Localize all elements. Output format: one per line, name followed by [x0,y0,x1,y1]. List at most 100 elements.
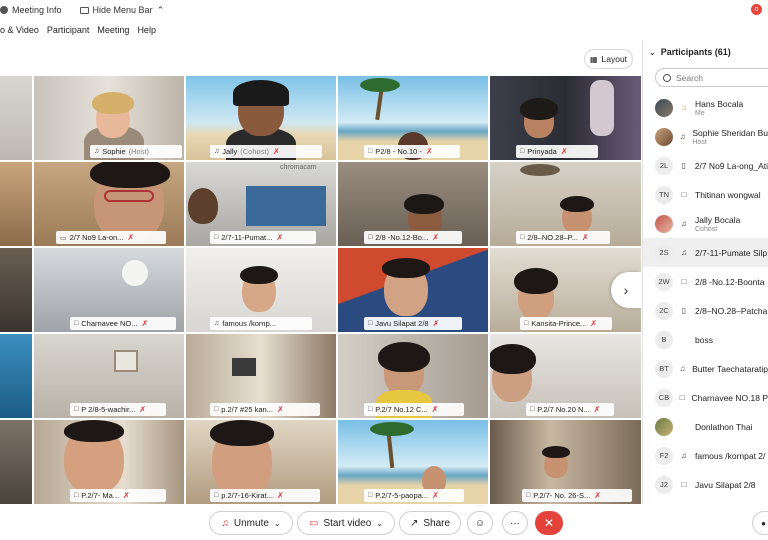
window-close-button[interactable]: o [751,4,762,15]
tile-name-label: ♫ Sophie (Host) [90,145,182,158]
mic-icon: ♫ [94,148,100,155]
video-tile-2-8-no12[interactable]: □ 2/8 -No.12-Bo... ✗ [338,162,488,246]
participant-row[interactable]: ♫ Jally Bocala Cohost [643,209,768,238]
participant-row[interactable]: 2L ▯ 2/7 No9 La-ong_Ati [643,151,768,180]
avatar: 2C [655,301,673,320]
muted-icon: ✗ [276,405,284,414]
participant-row[interactable]: TN □ Thitinan wongwal [643,180,768,209]
reactions-button[interactable]: ☺ [467,511,493,535]
monitor-icon [79,6,89,14]
video-tile-p2-7-no26[interactable]: □ P.2/7- No. 26-S... ✗ [490,420,641,504]
participant-list: ♫ Hans Bocala Me ♫ Sophie Sheridan Bu Host… [643,93,768,499]
tile-name-label: □ P.2/7- Ma... ✗ [70,489,166,502]
camera-off-icon: □ [681,190,687,199]
chevron-down-icon: ⌄ [273,518,281,528]
layout-button[interactable]: ▦ Layout [584,49,633,69]
video-tile-p2-7-5[interactable]: □ P.2/7-5-paopa... ✗ [338,420,488,504]
side-panel-button[interactable]: ● [752,511,768,535]
info-icon [0,6,8,14]
meeting-info-button[interactable]: Meeting Info [0,5,62,15]
menu-meeting[interactable]: Meeting [97,25,129,35]
participant-row[interactable]: F2 ♫ famous /kornpat 2/ [643,441,768,470]
muted-icon: ✗ [425,147,433,156]
title-bar: Meeting Info Hide Menu Bar ⌃ o [0,0,768,20]
video-tile-jally[interactable]: ♫ Jally (Cohost) ✗ [186,76,336,160]
camera-off-icon: □ [74,320,79,327]
chevron-down-icon: ⌄ [376,518,383,528]
mic-icon: ♫ [681,103,687,112]
video-tile-p2-8-no10[interactable]: □ P2/8 - No.10 - ✗ [338,76,488,160]
tile-name-label: □ P.2/7 No.12 C... ✗ [364,403,464,416]
avatar: 2S [655,243,673,262]
participants-panel: ⌄ Participants (61) Search ♫ Hans Bocala… [642,40,768,504]
tile-name-label: □ 2/8 -No.12-Bo... ✗ [364,231,462,244]
participant-row[interactable]: 2W □ 2/8 -No.12-Boonta [643,267,768,296]
participant-row[interactable]: ♫ Sophie Sheridan Bu Host [643,122,768,151]
hide-menu-bar-button[interactable]: Hide Menu Bar ⌃ [79,5,164,16]
video-tile-p2-7-16[interactable]: □ p.2/7-16-Kirat... ✗ [186,420,336,504]
muted-icon: ✗ [127,233,135,242]
video-tile-2-7-11-pumat[interactable]: chromacam □ 2/7-11-Pumat... ✗ [186,162,336,246]
video-tile-p2-8-5[interactable]: □ P 2/8-5-wachir... ✗ [34,334,184,418]
video-tile-2-7-no9[interactable]: ▭ 2/7 No9 La-on... ✗ [34,162,184,246]
tile-name-label: □ P.2/7- No. 26-S... ✗ [522,489,632,502]
unmute-button[interactable]: ♫ Unmute ⌄ [209,511,293,535]
video-tile-p2-7-no20[interactable]: □ P.2/7 No.20 N... ✗ [490,334,641,418]
participant-row[interactable]: BT ♫ Butter Taechataratip [643,354,768,383]
tile-name-label: □ P.2/7-5-paopa... ✗ [364,489,464,502]
meeting-toolbar: ♫ Unmute ⌄ ▭ Start video ⌄ ↗ Share ☺ ···… [0,504,768,540]
tile-name-label: □ p.2/7 #25 kan... ✗ [210,403,320,416]
participants-header[interactable]: ⌄ Participants (61) [643,40,768,64]
mic-icon: ♫ [681,248,687,257]
avatar: CB [655,388,673,407]
video-tile-famous[interactable]: ♫ famous /kornp... [186,248,336,332]
menu-audio-video[interactable]: o & Video [0,25,39,35]
tile-name-label: ♫ famous /kornp... [210,317,312,330]
video-tile-2-8-no28[interactable]: □ 2/8–NO.28–P... ✗ [490,162,641,246]
avatar: BT [655,359,673,378]
tile-name-label: □ Javu Silapat 2/8 ✗ [364,317,462,330]
muted-icon: ✗ [273,147,280,156]
next-page-button[interactable]: › [611,272,641,308]
participant-row[interactable]: CB □ Charnavee NO.18 P [643,383,768,412]
camera-off-icon: □ [520,234,525,241]
start-video-button[interactable]: ▭ Start video ⌄ [297,511,395,535]
camera-off-icon: □ [526,492,531,499]
video-tile-p2-7-25[interactable]: □ p.2/7 #25 kan... ✗ [186,334,336,418]
video-tile-javu[interactable]: □ Javu Silapat 2/8 ✗ [338,248,488,332]
participant-row[interactable]: ♫ Hans Bocala Me [643,93,768,122]
muted-icon: ✗ [594,491,601,500]
more-options-button[interactable]: ··· [502,511,528,535]
end-meeting-button[interactable]: ✕ [535,511,563,535]
video-tile-p2-7-no12[interactable]: □ P.2/7 No.12 C... ✗ [338,334,488,418]
participant-row[interactable]: 2S ♫ 2/7-11-Pumate Silp [643,238,768,267]
muted-icon: ✗ [431,405,439,414]
muted-icon: ✗ [123,491,130,500]
smiley-icon: ☺ [474,517,486,529]
participant-search-input[interactable]: Search [655,68,768,87]
camera-off-icon: □ [679,393,685,402]
video-tile-p2-7-ma[interactable]: □ P.2/7- Ma... ✗ [34,420,184,504]
participant-row[interactable]: J2 □ Javu Silapat 2/8 [643,470,768,499]
participant-row[interactable]: B boss [643,325,768,354]
video-tile-sophie[interactable]: ♫ Sophie (Host) [34,76,184,160]
tile-name-label: □ Charnavee NO... ✗ [70,317,176,330]
menu-help[interactable]: Help [137,25,156,35]
camera-off-icon: □ [368,148,373,155]
camera-off-icon: □ [524,320,529,327]
tile-name-label: □ P.2/7 No.20 N... ✗ [526,403,614,416]
share-button[interactable]: ↗ Share [399,511,461,535]
avatar: 2L [655,156,673,175]
tile-name-label: □ Kansita-Prince... ✗ [520,317,612,330]
menu-participant[interactable]: Participant [47,25,90,35]
participant-row[interactable]: 2C ▯ 2/8–NO.28–Patcha [643,296,768,325]
muted-icon: ✗ [139,405,146,414]
video-tile-charnavee[interactable]: □ Charnavee NO... ✗ [34,248,184,332]
person-icon: ● [761,518,766,528]
video-tile-prinyada[interactable]: □ Prinyada ✗ [490,76,641,160]
tile-name-label: □ 2/7-11-Pumat... ✗ [210,231,316,244]
tile-name-label: □ P 2/8-5-wachir... ✗ [70,403,166,416]
participant-row[interactable]: Donlathon Thai [643,412,768,441]
camera-off-icon: □ [368,320,373,327]
mic-muted-icon: ♫ [221,517,229,529]
